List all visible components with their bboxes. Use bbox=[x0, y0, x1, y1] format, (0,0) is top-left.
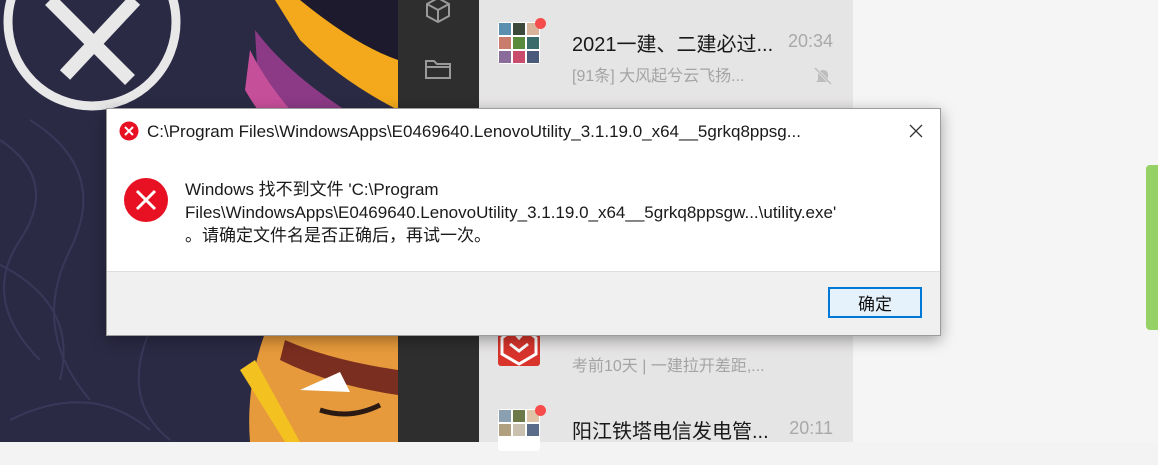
group-avatar bbox=[498, 409, 540, 451]
group-avatar bbox=[498, 22, 540, 64]
error-message: Windows 找不到文件 'C:\Program Files\WindowsA… bbox=[185, 178, 925, 247]
side-green-bar[interactable] bbox=[1146, 165, 1158, 330]
dialog-titlebar[interactable]: C:\Program Files\WindowsApps\E0469640.Le… bbox=[107, 109, 940, 153]
dialog-footer: 确定 bbox=[107, 271, 940, 335]
chat-item[interactable]: 阳江铁塔电信发电管... 20:11 bbox=[479, 395, 853, 465]
folder-icon[interactable] bbox=[424, 55, 452, 83]
cube-icon[interactable] bbox=[424, 0, 452, 24]
chat-time: 20:11 bbox=[789, 418, 833, 438]
chat-title: 阳江铁塔电信发电管... bbox=[572, 421, 769, 443]
close-icon bbox=[909, 124, 923, 138]
mute-bell-icon bbox=[813, 66, 833, 86]
error-message-line: Windows 找不到文件 'C:\Program bbox=[185, 180, 439, 199]
chat-title: 2021一建、二建必过... bbox=[572, 34, 774, 56]
unread-dot bbox=[535, 405, 546, 416]
error-large-icon bbox=[124, 178, 168, 222]
chat-item[interactable]: 2021一建、二建必过... 20:34 [91条] 大风起兮云飞扬... bbox=[479, 8, 853, 86]
error-message-line: Files\WindowsApps\E0469640.LenovoUtility… bbox=[185, 203, 837, 222]
ok-button[interactable]: 确定 bbox=[828, 287, 922, 318]
chat-time: 20:34 bbox=[787, 31, 833, 51]
close-button[interactable] bbox=[892, 109, 940, 153]
error-icon bbox=[119, 121, 139, 141]
error-dialog: C:\Program Files\WindowsApps\E0469640.Le… bbox=[106, 108, 941, 336]
chat-preview: 考前10天 | 一建拉开差距,... bbox=[572, 358, 765, 375]
unread-dot bbox=[535, 18, 546, 29]
chat-preview: [91条] 大风起兮云飞扬... bbox=[572, 68, 745, 85]
dialog-title: C:\Program Files\WindowsApps\E0469640.Le… bbox=[147, 122, 801, 141]
error-message-line: 。请确定文件名是否正确后，再试一次。 bbox=[185, 226, 491, 245]
